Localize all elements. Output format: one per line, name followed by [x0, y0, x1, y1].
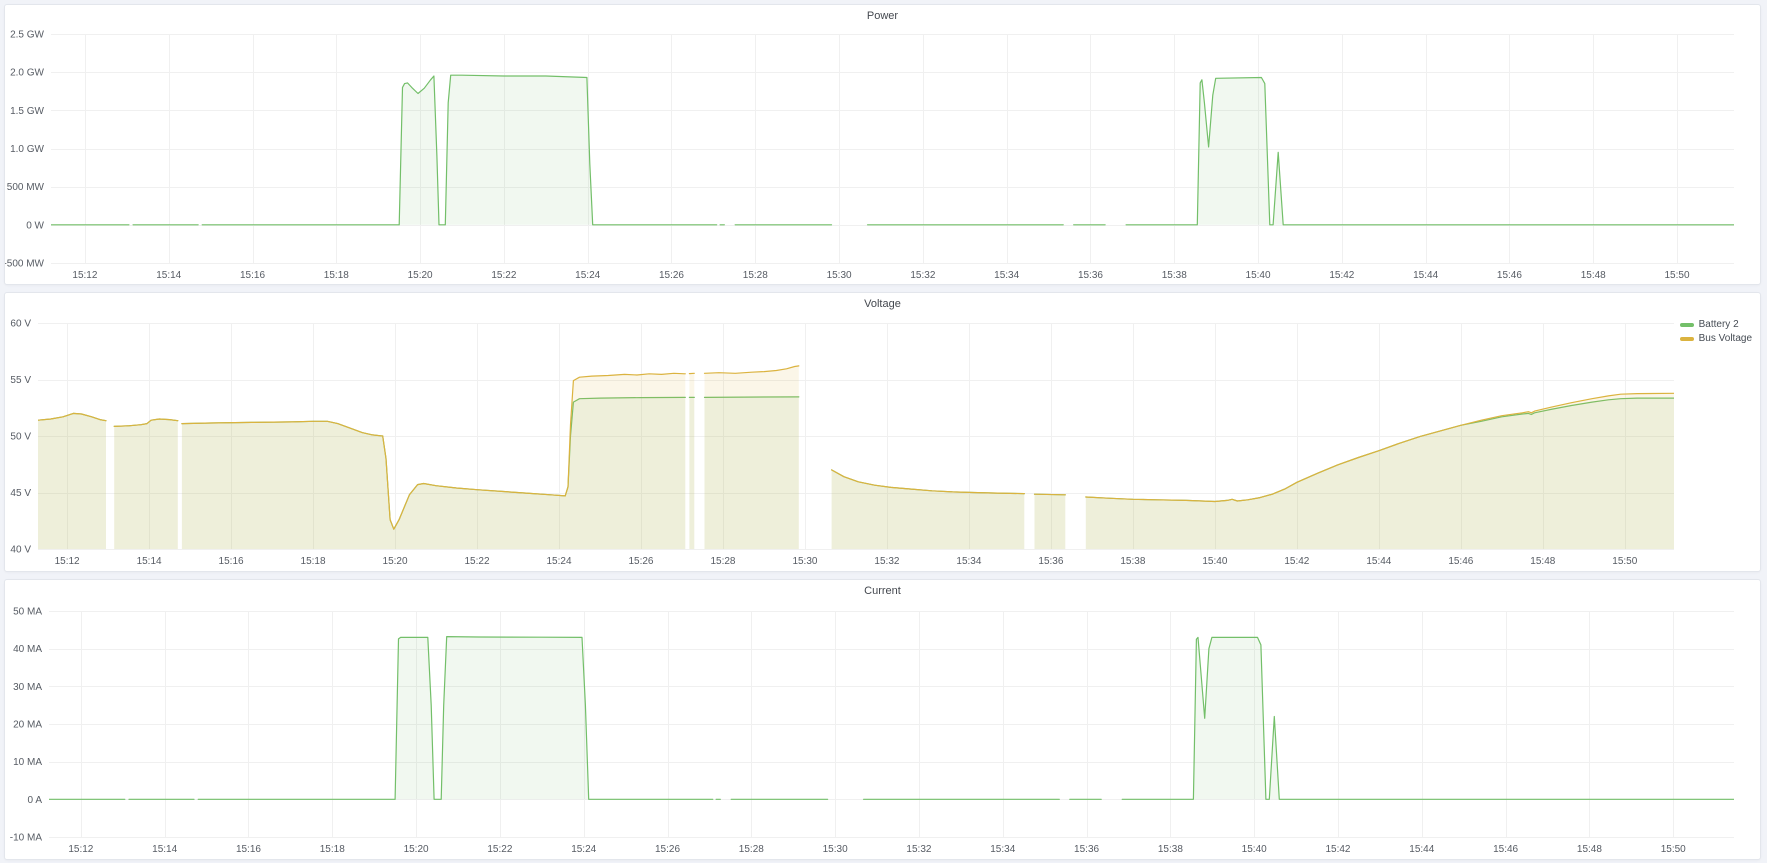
svg-text:15:40: 15:40	[1202, 556, 1227, 567]
bus-voltage-series-color-icon	[1680, 337, 1694, 341]
current-chart[interactable]: 50 MA 40 MA 30 MA 20 MA 10 MA 0 A -10 MA 15:12 1…	[5, 580, 1760, 859]
svg-text:15:12: 15:12	[55, 556, 80, 567]
svg-text:15:32: 15:32	[910, 270, 935, 281]
svg-text:2.5 GW: 2.5 GW	[10, 30, 44, 41]
svg-text:15:24: 15:24	[575, 270, 600, 281]
svg-text:15:28: 15:28	[710, 556, 735, 567]
svg-text:15:16: 15:16	[219, 556, 244, 567]
panel-current: Current 50 MA40 MA30 MA20 MA10 MA0 A-10 …	[4, 579, 1761, 860]
svg-text:15:46: 15:46	[1497, 270, 1522, 281]
svg-text:15:20: 15:20	[383, 556, 408, 567]
svg-text:40 V: 40 V	[10, 545, 31, 556]
svg-text:15:28: 15:28	[739, 844, 764, 855]
voltage-chart[interactable]: 60 V 55 V 50 V 45 V 40 V 15:12 15:14 15:16 15:18…	[5, 293, 1760, 571]
svg-text:0 W: 0 W	[26, 220, 44, 231]
svg-text:15:48: 15:48	[1577, 844, 1602, 855]
svg-text:20 MA: 20 MA	[13, 720, 42, 731]
svg-text:15:48: 15:48	[1530, 556, 1555, 567]
legend-item-bus-voltage[interactable]: Bus Voltage	[1680, 333, 1752, 344]
svg-text:15:36: 15:36	[1038, 556, 1063, 567]
svg-text:1.0 GW: 1.0 GW	[10, 144, 44, 155]
svg-text:15:40: 15:40	[1242, 844, 1267, 855]
svg-text:15:34: 15:34	[994, 270, 1019, 281]
svg-text:50 V: 50 V	[10, 432, 31, 443]
svg-text:15:24: 15:24	[571, 844, 596, 855]
svg-text:15:30: 15:30	[827, 270, 852, 281]
svg-text:-500 MW: -500 MW	[5, 259, 45, 270]
svg-text:15:22: 15:22	[487, 844, 512, 855]
svg-text:15:50: 15:50	[1661, 844, 1686, 855]
svg-text:15:20: 15:20	[408, 270, 433, 281]
svg-text:15:14: 15:14	[156, 270, 181, 281]
dashboard: Power 2.5 GW2.0 GW1.5 GW1.0 GW500 MW0 W-…	[0, 0, 1767, 863]
svg-text:55 V: 55 V	[10, 375, 31, 386]
svg-text:60 V: 60 V	[10, 319, 31, 330]
svg-text:15:28: 15:28	[743, 270, 768, 281]
svg-text:15:38: 15:38	[1162, 270, 1187, 281]
voltage-legend: Battery 2 Bus Voltage	[1680, 319, 1752, 344]
panel-power: Power 2.5 GW2.0 GW1.5 GW1.0 GW500 MW0 W-…	[4, 4, 1761, 285]
power-chart[interactable]: 2.5 GW 2.0 GW 1.5 GW 1.0 GW 500 MW 0 W -500 MW…	[5, 5, 1760, 284]
svg-text:50 MA: 50 MA	[13, 607, 42, 618]
svg-text:15:16: 15:16	[236, 844, 261, 855]
svg-text:15:18: 15:18	[320, 844, 345, 855]
svg-text:10 MA: 10 MA	[13, 757, 42, 768]
svg-text:15:18: 15:18	[301, 556, 326, 567]
svg-text:40 MA: 40 MA	[13, 644, 42, 655]
svg-text:15:36: 15:36	[1074, 844, 1099, 855]
svg-text:2.0 GW: 2.0 GW	[10, 68, 44, 79]
svg-text:45 V: 45 V	[10, 488, 31, 499]
svg-text:15:40: 15:40	[1246, 270, 1271, 281]
svg-text:15:22: 15:22	[465, 556, 490, 567]
svg-text:15:48: 15:48	[1581, 270, 1606, 281]
svg-text:30 MA: 30 MA	[13, 682, 42, 693]
svg-text:15:24: 15:24	[546, 556, 571, 567]
svg-text:15:36: 15:36	[1078, 270, 1103, 281]
svg-text:15:46: 15:46	[1448, 556, 1473, 567]
svg-text:15:38: 15:38	[1158, 844, 1183, 855]
svg-text:15:38: 15:38	[1120, 556, 1145, 567]
svg-text:15:32: 15:32	[906, 844, 931, 855]
svg-text:15:18: 15:18	[324, 270, 349, 281]
svg-text:15:50: 15:50	[1665, 270, 1690, 281]
svg-text:15:26: 15:26	[628, 556, 653, 567]
battery-2-series-color-icon	[1680, 323, 1694, 327]
svg-text:15:26: 15:26	[659, 270, 684, 281]
svg-text:15:44: 15:44	[1366, 556, 1391, 567]
svg-text:15:16: 15:16	[240, 270, 265, 281]
svg-text:15:20: 15:20	[404, 844, 429, 855]
panel-voltage: Voltage 60 V55 V50 V45 V40 V15:1215:1415…	[4, 292, 1761, 572]
svg-text:15:34: 15:34	[956, 556, 981, 567]
svg-text:15:12: 15:12	[68, 844, 93, 855]
svg-text:15:34: 15:34	[990, 844, 1015, 855]
svg-text:15:32: 15:32	[874, 556, 899, 567]
svg-text:15:30: 15:30	[823, 844, 848, 855]
svg-text:15:44: 15:44	[1413, 270, 1438, 281]
svg-text:15:22: 15:22	[491, 270, 516, 281]
svg-text:15:42: 15:42	[1329, 270, 1354, 281]
svg-text:15:26: 15:26	[655, 844, 680, 855]
svg-text:15:46: 15:46	[1493, 844, 1518, 855]
svg-text:1.5 GW: 1.5 GW	[10, 106, 44, 117]
svg-text:15:50: 15:50	[1612, 556, 1637, 567]
svg-text:15:44: 15:44	[1409, 844, 1434, 855]
legend-label-bus-voltage: Bus Voltage	[1699, 333, 1752, 344]
svg-text:0 A: 0 A	[28, 795, 43, 806]
svg-text:15:14: 15:14	[137, 556, 162, 567]
svg-text:15:14: 15:14	[152, 844, 177, 855]
svg-text:-10 MA: -10 MA	[10, 833, 43, 844]
legend-label-battery-2: Battery 2	[1699, 319, 1739, 330]
legend-item-battery-2[interactable]: Battery 2	[1680, 319, 1739, 330]
svg-text:15:12: 15:12	[72, 270, 97, 281]
svg-text:500 MW: 500 MW	[7, 182, 45, 193]
svg-text:15:42: 15:42	[1325, 844, 1350, 855]
svg-text:15:30: 15:30	[792, 556, 817, 567]
svg-text:15:42: 15:42	[1284, 556, 1309, 567]
